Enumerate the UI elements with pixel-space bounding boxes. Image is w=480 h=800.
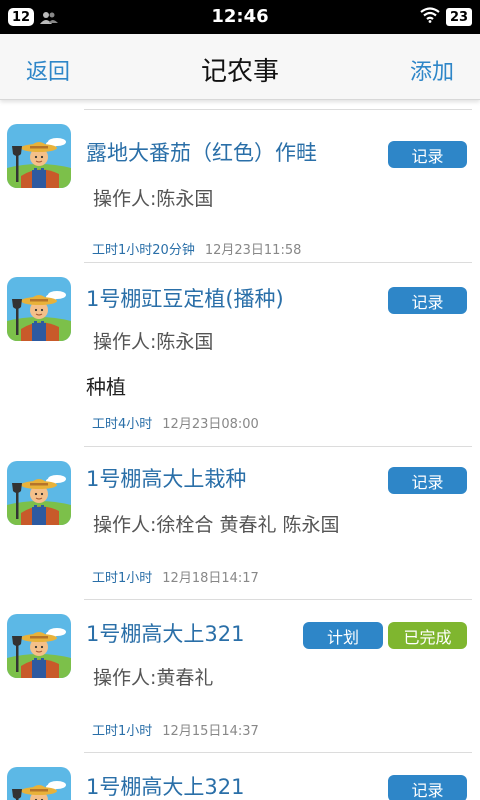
record-type-badge: 记录 <box>388 287 467 314</box>
record-title: 1号棚高大上321 <box>86 622 245 646</box>
record-datetime: 12月23日08:00 <box>162 417 259 432</box>
record-datetime: 12月23日11:58 <box>204 243 302 258</box>
wifi-icon <box>420 7 440 27</box>
status-time: 12:46 <box>211 6 269 27</box>
record-type-badge: 记录 <box>388 141 467 168</box>
record-title: 露地大番茄（红色）作畦 <box>86 141 317 165</box>
record-meta: 工时1小时20分钟 12月23日11:58 <box>92 239 301 258</box>
work-hours: 工时1小时 <box>92 571 153 586</box>
farmer-icon <box>7 124 71 188</box>
record-title: 1号棚高大上栽种 <box>86 467 247 491</box>
add-button[interactable]: 添加 <box>410 54 454 86</box>
operator-text: 操作人:黄春礼 <box>93 667 214 689</box>
record-list-item[interactable]: 露地大番茄（红色）作畦 记录操作人:陈永国工时1小时20分钟 12月23日11:58 <box>0 110 480 263</box>
farmer-icon <box>7 614 71 678</box>
battery-indicator: 23 <box>446 8 472 26</box>
operator-text: 操作人:陈永国 <box>93 188 214 210</box>
record-list-item[interactable]: 1号棚高大上栽种 记录操作人:徐栓合 黄春礼 陈永国工时1小时 12月18日14:1… <box>0 447 480 600</box>
record-type-badge: 计划 <box>303 622 383 649</box>
record-datetime: 12月15日14:37 <box>162 724 259 739</box>
record-datetime: 12月18日14:17 <box>162 571 259 586</box>
record-list[interactable]: 露地大番茄（红色）作畦 记录 操作人:陈永国 工时1小时20分钟 12月23日11:58… <box>0 100 480 800</box>
farmer-icon <box>7 277 71 341</box>
nav-bar: 返回 记农事 添加 <box>0 34 480 100</box>
record-title: 1号棚高大上321 <box>86 775 245 799</box>
farmer-icon <box>7 461 71 525</box>
operator-text: 操作人:徐栓合 黄春礼 陈永国 <box>93 514 340 536</box>
farmer-icon <box>7 767 71 800</box>
record-type-badge: 记录 <box>388 467 467 494</box>
record-title: 1号棚豇豆定植(播种) <box>86 287 284 311</box>
record-type-badge: 记录 <box>388 775 467 800</box>
page-title: 记农事 <box>200 57 279 87</box>
status-completed-badge: 已完成 <box>388 622 467 649</box>
record-meta: 工时1小时 12月15日14:37 <box>92 720 259 739</box>
operator-text: 操作人:陈永国 <box>93 331 214 353</box>
record-note: 种植 <box>86 375 126 399</box>
record-meta: 工时4小时 12月23日08:00 <box>92 413 259 432</box>
record-list-item[interactable]: 1号棚高大上321 计划 已完成操作人:黄春礼工时1小时 12月15日14:37 <box>0 600 480 753</box>
work-hours: 工时1小时20分钟 <box>92 243 195 258</box>
status-bar: 12 12:46 23 <box>0 0 480 34</box>
work-hours: 工时4小时 <box>92 417 153 432</box>
record-list-item[interactable]: 1号棚豇豆定植(播种) 记录操作人:陈永国种植工时4小时 12月23日08:00 <box>0 263 480 447</box>
record-list-item[interactable]: 1号棚高大上321 记录 <box>0 753 480 800</box>
record-meta: 工时1小时 12月18日14:17 <box>92 567 259 586</box>
work-hours: 工时1小时 <box>92 724 153 739</box>
